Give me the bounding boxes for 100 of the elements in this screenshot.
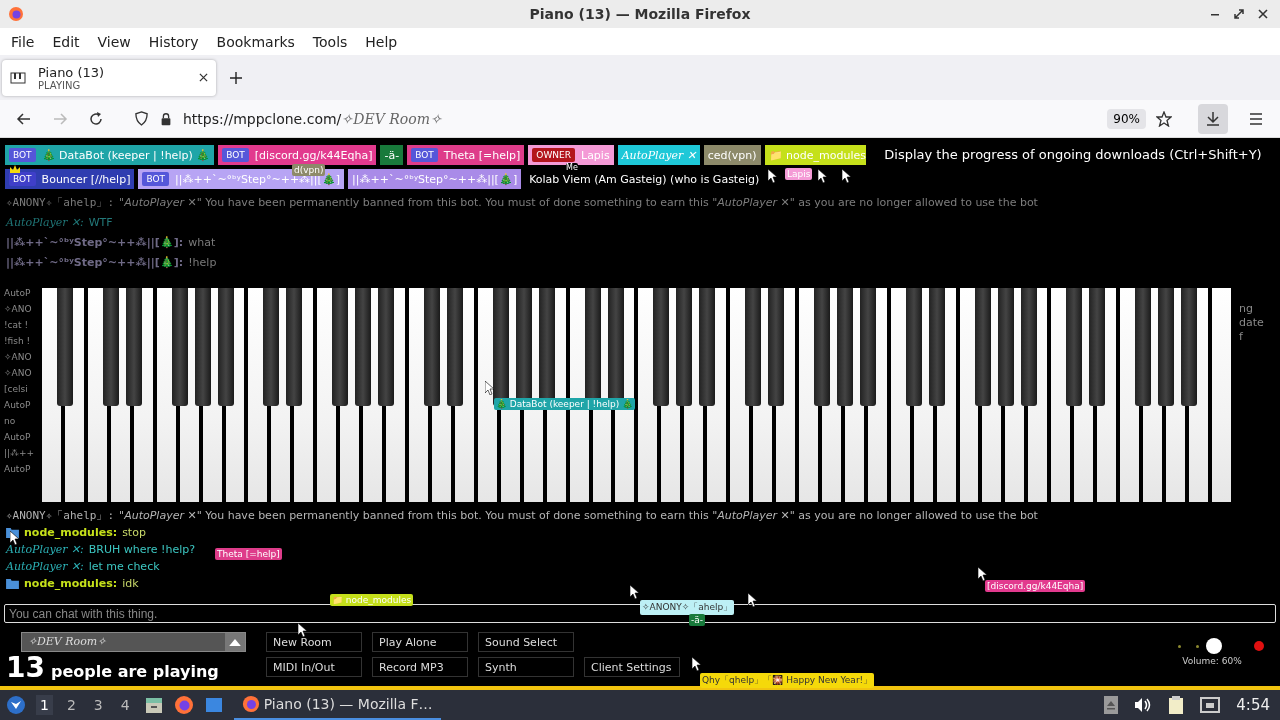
chat-author: ||⁂++`~°ᵇʸStep°~++⁂||[🎄]: [6,235,184,249]
window-title: Piano (13) — Mozilla Firefox [529,6,751,22]
eject-icon[interactable] [1104,696,1119,714]
start-menu-icon[interactable] [6,695,26,715]
clipboard-icon[interactable] [1168,696,1185,714]
close-icon[interactable] [1258,9,1268,19]
user-badge: BOT [9,172,36,186]
volume-label: Volume: 60% [1182,656,1242,666]
menu-button[interactable]: Play Alone [372,632,468,652]
restore-icon[interactable] [1234,9,1244,19]
browser-tab[interactable]: Piano (13) PLAYING [2,59,216,96]
menu-button[interactable]: Sound Select [478,632,574,652]
chat-fragment: no [4,416,17,426]
cursor-label: Me [566,163,578,172]
speaker-icon[interactable] [1134,697,1153,713]
downloads-button[interactable] [1198,103,1228,134]
user-badge: BOT [411,148,438,162]
new-tab-icon[interactable] [230,71,242,84]
menu-item[interactable]: View [88,30,140,53]
user-tag[interactable]: BOT Theta [=help] [407,145,525,165]
shield-icon[interactable] [134,111,149,126]
chat-message: what [188,235,216,249]
star-icon[interactable] [1156,110,1172,127]
chat-author: AutoPlayer ✕: [6,542,84,556]
window-icon[interactable] [203,695,224,715]
player-count: 13 [6,653,45,683]
chat-fragment: f [1239,330,1244,343]
chat-fragment: !cat ! [4,320,30,330]
user-name: 🎄 DataBot (keeper | !help) 🎄 [41,148,211,162]
back-icon[interactable] [16,110,32,127]
cursor-label: 🎄 DataBot (keeper | !help) 🎄 [494,398,636,410]
menu-item[interactable]: Bookmarks [207,30,304,53]
cursor-label: Theta [=help] [215,548,282,560]
menu-item[interactable]: History [139,30,208,53]
crown-icon [10,165,20,173]
task-title: Piano (13) — Mozilla F… [263,696,433,712]
lock-icon[interactable] [159,111,173,126]
workspace-button[interactable]: 2 [62,695,80,715]
user-tag[interactable]: BOT Bouncer [//help] [5,169,135,189]
user-name: Lapis [581,148,610,162]
user-name: Bouncer [//help] [41,172,131,186]
network-icon[interactable] [1200,697,1221,713]
menu-button[interactable]: New Room [266,632,362,652]
chat-author: ||⁂++`~°ᵇʸStep°~++⁂||[🎄]: [6,255,184,269]
menu-button[interactable]: MIDI In/Out [266,657,362,677]
firefox-icon[interactable] [173,695,194,715]
user-name: [discord.gg/k44Eqha] [254,148,373,162]
user-tag[interactable]: BOT [discord.gg/k44Eqha] [218,145,377,165]
cursor-label: 📁 node_modules [330,594,414,606]
chat-author: node_modules: [24,576,118,590]
chat-message: stop [122,525,146,539]
chat-fragment: ✧ANO [4,304,33,314]
user-badge: BOT [222,148,249,162]
piano-icon [10,69,26,86]
chat-fragment: [celsi [4,384,29,394]
menu-item[interactable]: File [2,30,44,53]
caret-icon [229,638,241,646]
download-icon [1205,110,1221,127]
menu-button[interactable]: Synth [478,657,574,677]
workspace-button[interactable]: 1 [36,695,53,715]
reload-icon[interactable] [88,110,104,127]
user-badge: BOT [142,172,170,186]
cursor-icon [978,567,988,581]
user-name: Theta [=help] [443,148,521,162]
room-select[interactable]: ✧DEV Room✧ [21,632,246,652]
cursor-icon [10,531,20,545]
chat-message: WTF [88,215,113,229]
workspace-button[interactable]: 4 [116,695,134,715]
slider-knob[interactable] [1206,638,1222,654]
chat-message: BRUH where !help? [88,542,196,556]
cursor-label: ✧ANONY✧「ahelp」 [640,600,735,615]
chat-message: "AutoPlayer ✕" You have been permanently banned from this bot. You must of done something to earn this "AutoPlayer ✕" as you are no longer allowed to use the bot [119,195,1038,209]
menu-icon[interactable] [1248,110,1264,127]
user-tag[interactable]: BOT 🎄 DataBot (keeper | !help) 🎄 [5,145,215,165]
player-count-label: people are playing [50,662,219,681]
chat-fragment: date [1239,316,1265,329]
menu-button[interactable]: Client Settings [584,657,680,677]
chat-author: ✧ANONY✧「ahelp」: [6,507,115,523]
chat-fragment: AutoP [4,288,32,298]
record-dot-icon [1254,641,1264,651]
menu-button[interactable]: Record MP3 [372,657,468,677]
cursor-icon [298,623,308,637]
chat-message: idk [122,576,139,590]
chat-fragment: ✧ANO [4,368,33,378]
clock: 4:54 [1236,696,1270,714]
cursor-icon [630,585,640,599]
taskbar-task[interactable]: Piano (13) — Mozilla F… [233,690,441,720]
tab-subtitle: PLAYING [38,79,82,91]
address-field[interactable]: https://mppclone.com/✧DEV Room✧ [183,110,1098,127]
chat-message: let me check [88,559,160,573]
menu-item[interactable]: Edit [43,30,89,53]
menu-item[interactable]: Help [356,30,407,53]
workspace-button[interactable]: 3 [89,695,107,715]
zoom-level[interactable]: 90% [1107,108,1146,129]
close-icon[interactable] [199,73,208,82]
chat-fragment: !fish ! [4,336,32,346]
file-manager-icon[interactable] [143,695,164,715]
menu-item[interactable]: Tools [303,30,357,53]
chat-author: AutoPlayer ✕: [6,559,84,573]
user-badge: OWNER [532,148,575,162]
